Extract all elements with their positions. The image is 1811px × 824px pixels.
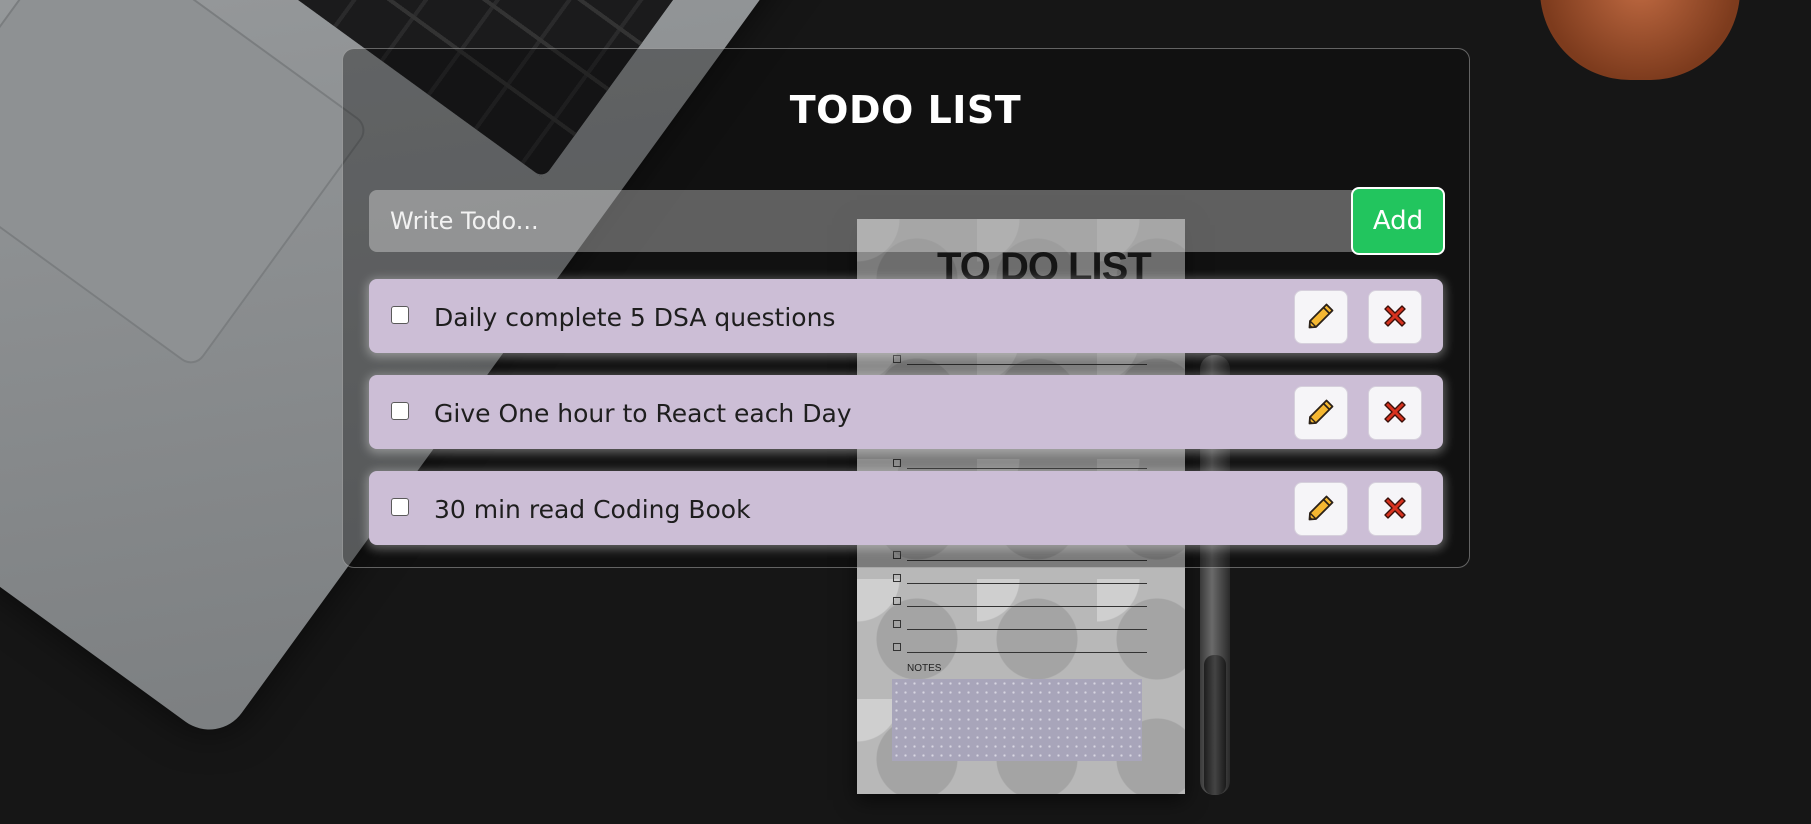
todo-form: Add [369,187,1445,255]
edit-button[interactable] [1294,482,1348,536]
close-x-icon [1381,398,1409,429]
pencil-icon [1306,397,1336,430]
pen-cap-image [1204,655,1226,795]
todo-item: 30 min read Coding Book [369,471,1443,545]
todo-checkbox[interactable] [391,402,409,420]
laptop-trackpad [0,0,371,370]
delete-button[interactable] [1368,290,1422,344]
todo-list: Daily complete 5 DSA questions Give One … [369,279,1443,567]
todo-checkbox[interactable] [391,306,409,324]
todo-text: Give One hour to React each Day [434,399,852,428]
delete-button[interactable] [1368,386,1422,440]
edit-button[interactable] [1294,386,1348,440]
notepad-notes-label: NOTES [907,663,942,674]
close-x-icon [1381,302,1409,333]
todo-text: Daily complete 5 DSA questions [434,303,836,332]
cactus-plant-image [1540,0,1740,80]
todo-text: 30 min read Coding Book [434,495,751,524]
todo-input[interactable] [369,190,1354,252]
pencil-icon [1306,301,1336,334]
todo-item: Give One hour to React each Day [369,375,1443,449]
close-x-icon [1381,494,1409,525]
edit-button[interactable] [1294,290,1348,344]
todo-checkbox[interactable] [391,498,409,516]
notepad-dot-grid [892,679,1142,761]
add-button[interactable]: Add [1351,187,1445,255]
todo-item: Daily complete 5 DSA questions [369,279,1443,353]
pencil-icon [1306,493,1336,526]
page-title: TODO LIST [789,88,1022,132]
delete-button[interactable] [1368,482,1422,536]
